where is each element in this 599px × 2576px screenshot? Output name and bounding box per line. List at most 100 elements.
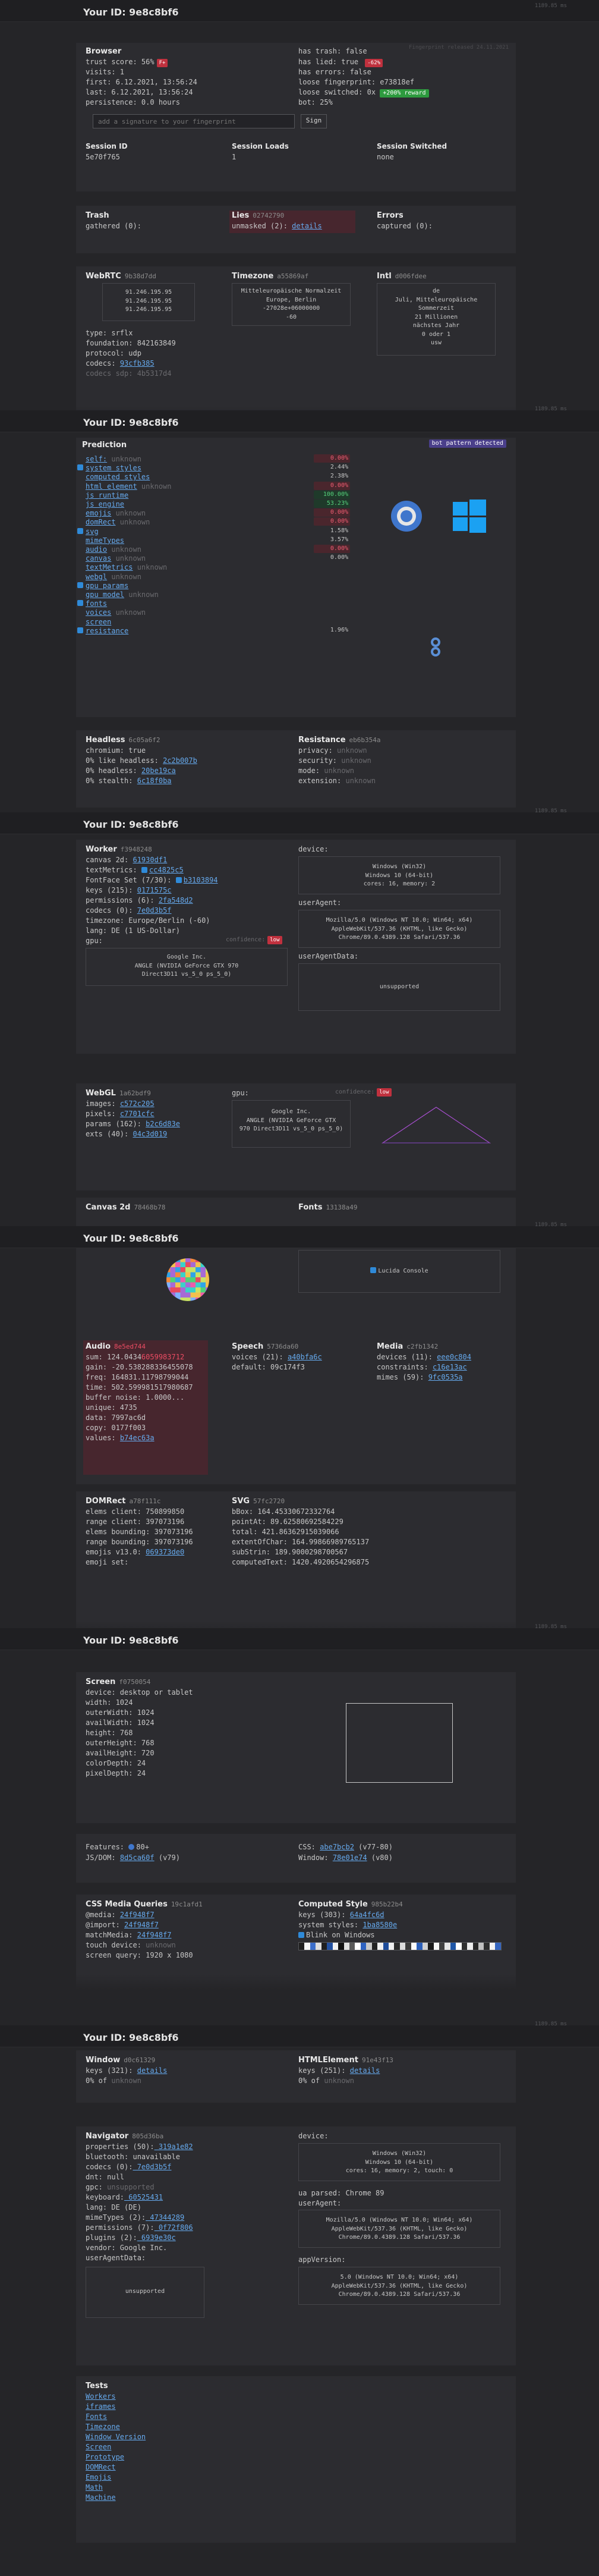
worker-gpu-lines: Google Inc. ANGLE (NVIDIA GeForce GTX 970…: [134, 954, 239, 978]
navigator-card: Navigator 805d36ba properties (50): 319a1…: [76, 2126, 516, 2365]
render-timestamp: 1189.85 ms: [534, 3, 567, 9]
prediction-status: unknown: [111, 509, 146, 518]
prediction-label[interactable]: html element: [86, 482, 137, 491]
canvas-pixel-block: [200, 1282, 206, 1287]
extension: extension: unknown: [298, 777, 376, 785]
prediction-label[interactable]: emojis: [86, 509, 111, 517]
navigator-ua-parsed: ua parsed: Chrome 89: [298, 2189, 384, 2197]
font-preview: Lucida Console: [299, 1251, 500, 1276]
prediction-confidence: 0.00%: [314, 545, 350, 553]
screen-frame: [346, 1703, 453, 1783]
prediction-label[interactable]: mimeTypes: [86, 536, 124, 545]
errors-value: captured (0):: [377, 222, 433, 230]
canvas-pixel-block: [206, 1292, 209, 1298]
prediction-label[interactable]: screen: [86, 618, 111, 626]
css-touch-device: touch device: unknown: [86, 1941, 176, 1949]
id-header: Your ID: 9e8c8bf6: [0, 1226, 599, 1248]
htmlelement-pct: 0% of unknown: [298, 2076, 354, 2085]
prediction-label[interactable]: webgl: [86, 573, 107, 581]
prediction-label[interactable]: js runtime: [86, 491, 128, 500]
render-timestamp: 1189.85 ms: [534, 1624, 567, 1630]
system-color-swatch: [394, 1943, 400, 1950]
canvas-pixel-block: [175, 1292, 181, 1298]
prediction-label[interactable]: js engine: [86, 500, 124, 508]
prediction-row-textmetrics: textMetrics unknown: [86, 563, 383, 571]
prediction-label[interactable]: gpu params: [86, 582, 128, 590]
test-link-workers[interactable]: Workers: [86, 2392, 116, 2402]
stealth-pct: 0% stealth: 6c18f0ba: [86, 777, 172, 785]
system-color-swatch: [456, 1943, 462, 1950]
prediction-label[interactable]: textMetrics: [86, 563, 133, 571]
tests-title: Tests: [86, 2382, 108, 2390]
prediction-status: unknown: [133, 563, 168, 572]
test-link-fonts[interactable]: Fonts: [86, 2412, 107, 2422]
prediction-confidence: 1.58%: [330, 527, 348, 534]
canvas-preview-card: Lucida Console: [76, 1248, 516, 1346]
signature-input[interactable]: [93, 114, 295, 128]
intl-lines: de Juli, Mitteleuropäische Sommerzeit 21 Mi…: [395, 288, 478, 346]
prediction-label[interactable]: resistance: [86, 627, 128, 635]
worker-lang: lang: DE (1 US-Dollar): [86, 926, 180, 935]
prediction-label[interactable]: svg: [86, 527, 99, 536]
system-color-swatch: [321, 1943, 327, 1950]
test-link-screen[interactable]: Screen: [86, 2442, 111, 2452]
audio-unique: unique: 4735: [86, 1403, 137, 1412]
system-color-swatch: [472, 1943, 478, 1950]
device-lines: Windows (Win32) Windows 10 (64-bit) cores:…: [363, 863, 436, 887]
test-link-iframes[interactable]: iframes: [86, 2402, 116, 2412]
device-label: device:: [298, 845, 329, 853]
audio-gain: gain: -20.538288336455078: [86, 1363, 193, 1371]
windows-icon: [77, 600, 83, 607]
svg-substring: subStrin: 189.9000298700567: [232, 1548, 348, 1556]
prediction-label[interactable]: fonts: [86, 599, 107, 608]
chrome-icon: [128, 1844, 135, 1850]
canvas-pixel-block: [175, 1287, 181, 1293]
webgl-render-preview: [382, 1107, 491, 1144]
test-link-window-version[interactable]: Window Version: [86, 2432, 146, 2442]
test-link-timezone[interactable]: Timezone: [86, 2422, 120, 2432]
test-link-emojis[interactable]: Emojis: [86, 2473, 111, 2483]
gpu-vendor-icon: [427, 636, 444, 658]
canvas-pixel-block: [206, 1272, 209, 1277]
prediction-label[interactable]: system styles: [86, 464, 141, 472]
navigator-appversion-box: 5.0 (Windows NT 10.0; Win64; x64) AppleWe…: [298, 2267, 500, 2305]
prediction-row-screen: screen: [86, 617, 383, 626]
trust-score: trust score: 56% F+: [86, 57, 168, 67]
prediction-label[interactable]: domRect: [86, 518, 116, 526]
prediction-label[interactable]: voices: [86, 608, 111, 617]
prediction-label[interactable]: computed styles: [86, 473, 150, 481]
test-link-prototype[interactable]: Prototype: [86, 2452, 124, 2462]
prediction-status: unknown: [107, 545, 141, 554]
test-link-domrect[interactable]: DOMRect: [86, 2462, 116, 2473]
session-id: 5e70f765: [86, 153, 120, 161]
canvas-pixel-block: [196, 1282, 201, 1287]
svg-bbox: bBox: 164.45330672332764: [232, 1507, 335, 1516]
media-mimes: mimes (59): 9fc0535a: [377, 1373, 463, 1381]
screen-outerheight: outerHeight: 768: [86, 1739, 155, 1747]
audio-values: values: b74ec63a: [86, 1434, 155, 1442]
test-link-math[interactable]: Math: [86, 2483, 103, 2493]
has-trash: has trash: false: [298, 47, 367, 55]
prediction-label[interactable]: canvas: [86, 554, 111, 563]
test-link-machine[interactable]: Machine: [86, 2493, 116, 2503]
loose-fingerprint: loose fingerprint: e73818ef: [298, 78, 415, 86]
system-color-swatch: [439, 1943, 445, 1950]
prediction-title: Prediction: [82, 441, 127, 450]
webgl-params: params (162): b2c6d83e: [86, 1120, 180, 1128]
webgl-gpu-lines: Google Inc. ANGLE (NVIDIA GeForce GTX 970 …: [239, 1108, 343, 1132]
prediction-label[interactable]: self:: [86, 455, 107, 463]
prediction-label[interactable]: audio: [86, 545, 107, 554]
prediction-status: unknown: [107, 572, 141, 581]
useragentdata-value: unsupported: [379, 984, 420, 990]
lies-details-link[interactable]: details: [292, 222, 322, 230]
canvas-pixel-block: [185, 1292, 191, 1298]
system-color-swatch: [327, 1943, 333, 1950]
lies-value: unmasked (2): details: [232, 222, 322, 230]
prediction-row-svg: svg 1.58%: [77, 527, 383, 536]
prediction-confidence: 100.00%: [314, 490, 350, 499]
worker-card: Worker f3948248 canvas 2d: 61930df1 textM…: [76, 840, 516, 1054]
canvas-pixel-block: [170, 1267, 175, 1273]
prediction-confidence: 53.23%: [314, 500, 350, 508]
prediction-label[interactable]: gpu model: [86, 590, 124, 599]
sign-button[interactable]: Sign: [301, 114, 327, 128]
